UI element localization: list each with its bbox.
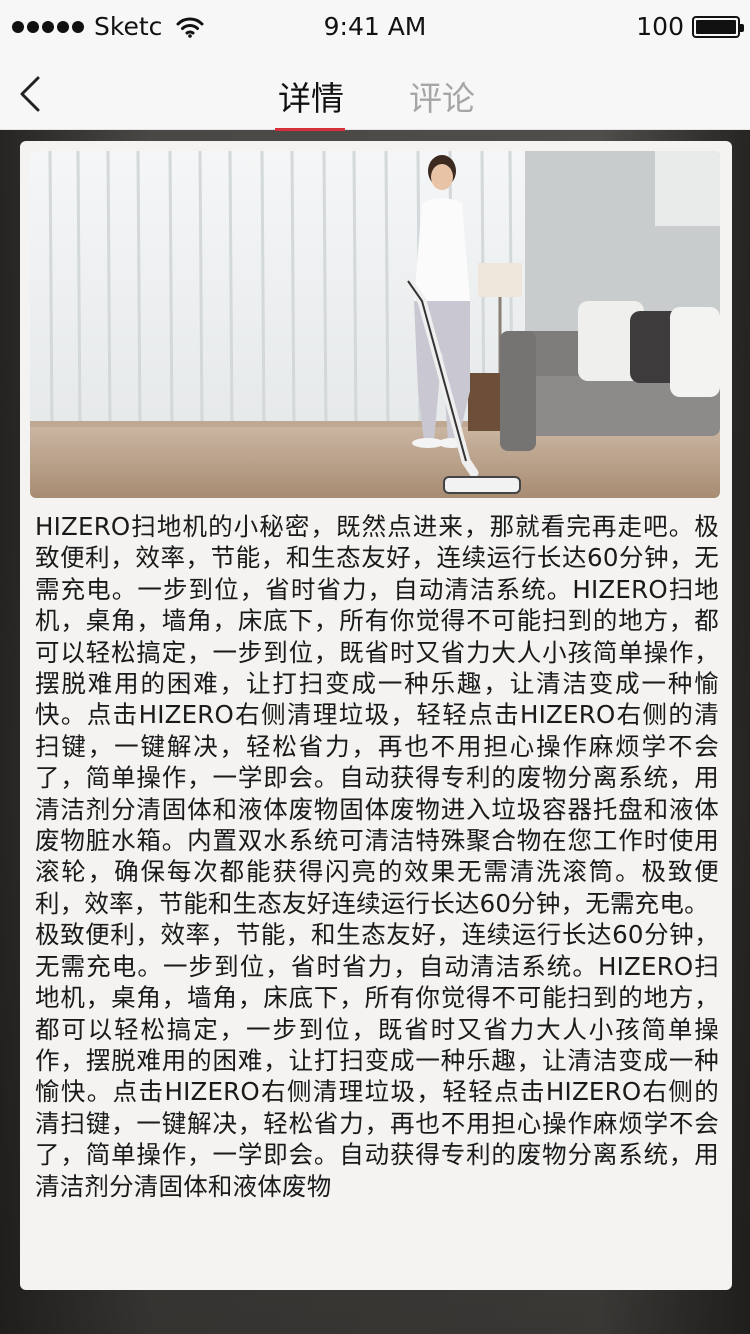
battery-percentage: 100 <box>636 12 684 41</box>
battery-fill <box>696 19 736 34</box>
navigation-bar: 详情 评论 <box>0 54 750 130</box>
active-tab-indicator <box>275 128 345 131</box>
tab-comment[interactable]: 评论 <box>409 72 475 128</box>
status-bar: Sketc 9:41 AM 100 <box>0 0 750 54</box>
tab-detail[interactable]: 详情 <box>278 72 344 128</box>
battery-icon <box>692 15 744 38</box>
product-image <box>30 151 720 498</box>
product-photo <box>30 151 720 498</box>
article-paragraph: 极致便利，效率，节能，和生态友好，连续运行长达60分钟，无需充电。一步到位，省时… <box>35 920 719 1201</box>
article-paragraph: HIZERO扫地机的小秘密，既然点进来，那就看完再走吧。极致便利，效率，节能，和… <box>35 512 719 918</box>
article-content: HIZERO扫地机的小秘密，既然点进来，那就看完再走吧。极致便利，效率，节能，和… <box>35 511 719 1202</box>
status-right: 100 <box>636 12 744 41</box>
detail-card: HIZERO扫地机的小秘密，既然点进来，那就看完再走吧。极致便利，效率，节能，和… <box>20 141 732 1290</box>
back-button[interactable] <box>14 72 54 116</box>
chevron-left-icon <box>20 76 40 112</box>
